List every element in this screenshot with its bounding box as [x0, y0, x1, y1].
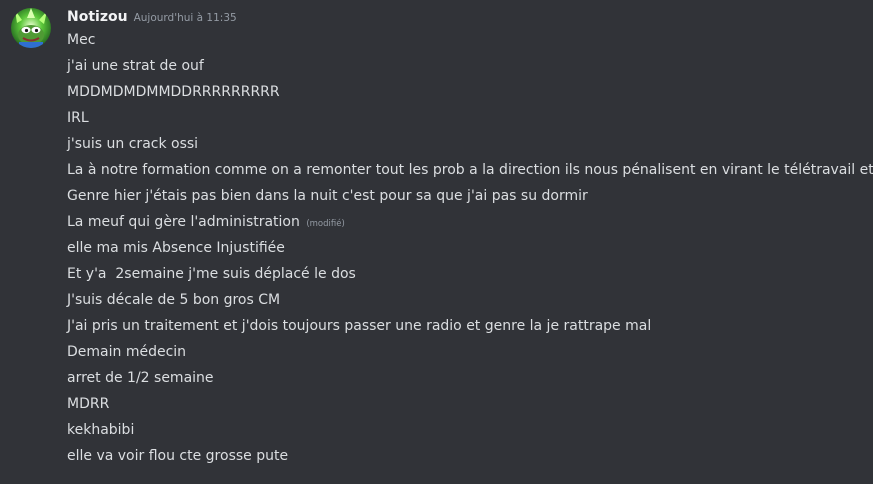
message-line: elle va voir flou cte grosse pute: [67, 448, 289, 464]
message-line-edited: La meuf qui gère l'administration (modif…: [67, 211, 873, 237]
message-line: arret de 1/2 semaine: [67, 370, 214, 386]
message-line: J'ai pris un traitement et j'dois toujou…: [67, 318, 652, 334]
pepe-frog-avatar-icon: [11, 8, 51, 48]
message-line: kekhabibi: [67, 422, 135, 438]
message-header: Notizou Aujourd'hui à 11:35: [67, 9, 237, 29]
message-line: La à notre formation comme on a remonter…: [67, 162, 873, 178]
message-line: MDDMDMDMMDDRRRRRRRRR: [67, 84, 280, 100]
message-group: Notizou Aujourd'hui à 11:35 Mec j'ai une…: [0, 0, 873, 484]
timestamp: Aujourd'hui à 11:35: [133, 12, 237, 24]
message-line: j'ai une strat de ouf: [67, 58, 204, 74]
message-line: Demain médecin: [67, 344, 187, 360]
message-line: IRL: [67, 110, 89, 126]
message-line: j'suis un crack ossi: [67, 136, 199, 152]
message-line: elle ma mis Absence Injustifiée: [67, 240, 285, 256]
message-line: J'suis décale de 5 bon gros CM: [67, 292, 281, 308]
avatar[interactable]: [11, 8, 51, 48]
edited-label: (modifié): [306, 219, 345, 229]
message-line: Mec: [67, 32, 96, 48]
message-line: MDRR: [67, 396, 110, 412]
message-line-text: La meuf qui gère l'administration: [67, 214, 300, 230]
message-line: Et y'a 2semaine j'me suis déplacé le dos: [67, 266, 356, 282]
message-lines: Mec j'ai une strat de ouf MDDMDMDMMDDRRR…: [67, 29, 873, 471]
username[interactable]: Notizou: [67, 9, 128, 25]
message-line: Genre hier j'étais pas bien dans la nuit…: [67, 188, 588, 204]
